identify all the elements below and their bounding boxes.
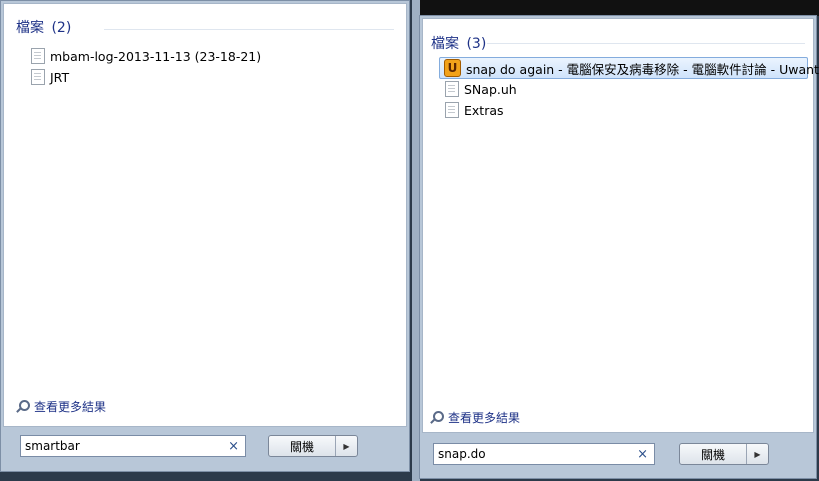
search-input[interactable] [434,447,638,461]
start-menu-bottom-bar: × 關機 ▶ [422,433,814,479]
shutdown-button[interactable]: 關機 [269,436,336,456]
result-item-label: SNap.uh [464,81,517,97]
search-box[interactable]: × [433,443,655,465]
text-file-icon [445,102,459,118]
files-section-count: (3) [466,36,487,52]
uwants-icon: U [444,59,461,77]
result-item-jrt[interactable]: JRT [31,67,69,87]
see-more-label: 查看更多結果 [34,400,107,414]
files-section-title[interactable]: 檔案 (2) [16,17,71,37]
see-more-results-link[interactable]: 查看更多結果 [16,398,106,415]
files-section-label: 檔案 [16,20,44,36]
shutdown-options-arrow-icon[interactable]: ▶ [336,436,357,456]
section-divider [104,29,394,30]
result-item-snap-uh[interactable]: SNap.uh [445,79,517,99]
result-item-label: snap do again - 電腦保安及病毒移除 - 電腦軟件討論 - Uwa… [466,61,819,77]
text-file-icon [31,69,45,85]
magnifier-icon [430,411,444,424]
files-section-label: 檔案 [431,36,459,52]
clear-search-icon[interactable]: × [228,439,239,454]
see-more-label: 查看更多結果 [448,411,521,425]
see-more-results-link[interactable]: 查看更多結果 [430,409,520,426]
start-menu-left: 檔案 (2) mbam-log-2013-11-13 (23-18-21) JR… [0,0,410,472]
result-item-extras[interactable]: Extras [445,100,504,120]
shutdown-button[interactable]: 關機 [680,444,747,464]
text-file-icon [445,81,459,97]
result-item-label: mbam-log-2013-11-13 (23-18-21) [50,48,262,64]
clear-search-icon[interactable]: × [637,447,648,462]
section-divider [487,43,805,44]
files-section-title[interactable]: 檔案 (3) [431,33,486,53]
search-box[interactable]: × [20,435,246,457]
start-menu-right: 檔案 (3) U snap do again - 電腦保安及病毒移除 - 電腦軟… [419,15,819,479]
background-window-top [420,0,819,16]
magnifier-icon [16,400,30,413]
result-item-snap-do-again[interactable]: U snap do again - 電腦保安及病毒移除 - 電腦軟件討論 - U… [439,57,819,79]
text-file-icon [31,48,45,64]
files-section-count: (2) [51,20,72,36]
shutdown-button-group: 關機 ▶ [268,435,358,457]
shutdown-button-group: 關機 ▶ [679,443,769,465]
search-input[interactable] [21,439,229,453]
result-item-label: Extras [464,102,504,118]
shutdown-options-arrow-icon[interactable]: ▶ [747,444,768,464]
start-menu-bottom-bar: × 關機 ▶ [3,425,407,471]
result-item-label: JRT [50,69,70,85]
search-results-pane: 檔案 (3) U snap do again - 電腦保安及病毒移除 - 電腦軟… [422,18,819,433]
result-item-mbam-log[interactable]: mbam-log-2013-11-13 (23-18-21) [31,46,261,66]
search-results-pane: 檔案 (2) mbam-log-2013-11-13 (23-18-21) JR… [3,3,407,427]
